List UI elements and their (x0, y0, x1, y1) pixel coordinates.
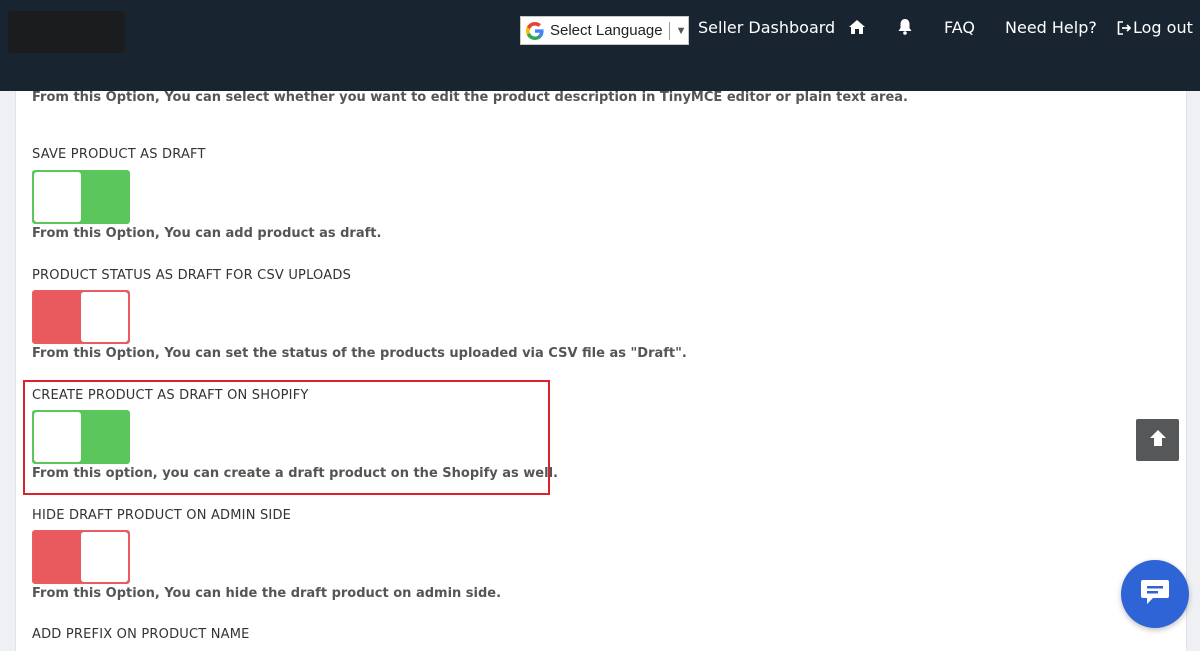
nav-logout[interactable]: Log out (1117, 18, 1193, 38)
google-g-icon (526, 21, 544, 40)
nav-seller-dashboard[interactable]: Seller Dashboard (698, 18, 835, 38)
top-navbar: Select Language ▼ Seller Dashboard FAQ N… (0, 0, 1200, 91)
toggle-knob (34, 412, 81, 462)
chat-bubble-icon (1139, 578, 1171, 610)
toggle-knob (34, 172, 81, 222)
nav-faq[interactable]: FAQ (944, 18, 975, 38)
language-selector[interactable]: Select Language ▼ (520, 16, 689, 45)
toggle-create-draft-shopify[interactable] (32, 410, 130, 464)
logout-icon (1117, 21, 1132, 35)
logo[interactable] (8, 11, 125, 53)
toggle-save-product-as-draft[interactable] (32, 170, 130, 224)
language-selector-label: Select Language (550, 22, 663, 39)
option-description: From this Option, You can select whether… (32, 90, 908, 105)
option-label-add-prefix: ADD PREFIX ON PRODUCT NAME (32, 627, 250, 642)
option-label-product-status-csv: PRODUCT STATUS AS DRAFT FOR CSV UPLOADS (32, 268, 352, 283)
nav-need-help[interactable]: Need Help? (1005, 18, 1097, 38)
option-description: From this Option, You can hide the draft… (32, 586, 502, 601)
option-description: From this Option, You can set the status… (32, 346, 687, 361)
toggle-knob (81, 532, 128, 582)
toggle-product-status-csv[interactable] (32, 290, 130, 344)
logout-label: Log out (1133, 18, 1193, 37)
toggle-knob (81, 292, 128, 342)
chat-button[interactable] (1121, 560, 1189, 628)
option-description: From this option, you can create a draft… (32, 466, 558, 481)
divider (668, 21, 670, 40)
toggle-hide-draft-admin[interactable] (32, 530, 130, 584)
settings-panel (15, 91, 1187, 651)
arrow-up-icon (1148, 428, 1168, 452)
dropdown-arrow-icon: ▼ (675, 24, 687, 37)
scroll-to-top-button[interactable] (1136, 419, 1179, 461)
option-label-save-product-as-draft: SAVE PRODUCT AS DRAFT (32, 147, 206, 162)
option-description: From this Option, You can add product as… (32, 226, 382, 241)
option-label-hide-draft-admin: HIDE DRAFT PRODUCT ON ADMIN SIDE (32, 508, 292, 523)
bell-icon[interactable] (897, 18, 913, 38)
option-label-create-draft-shopify: CREATE PRODUCT AS DRAFT ON SHOPIFY (32, 388, 309, 403)
home-icon[interactable] (848, 18, 866, 38)
